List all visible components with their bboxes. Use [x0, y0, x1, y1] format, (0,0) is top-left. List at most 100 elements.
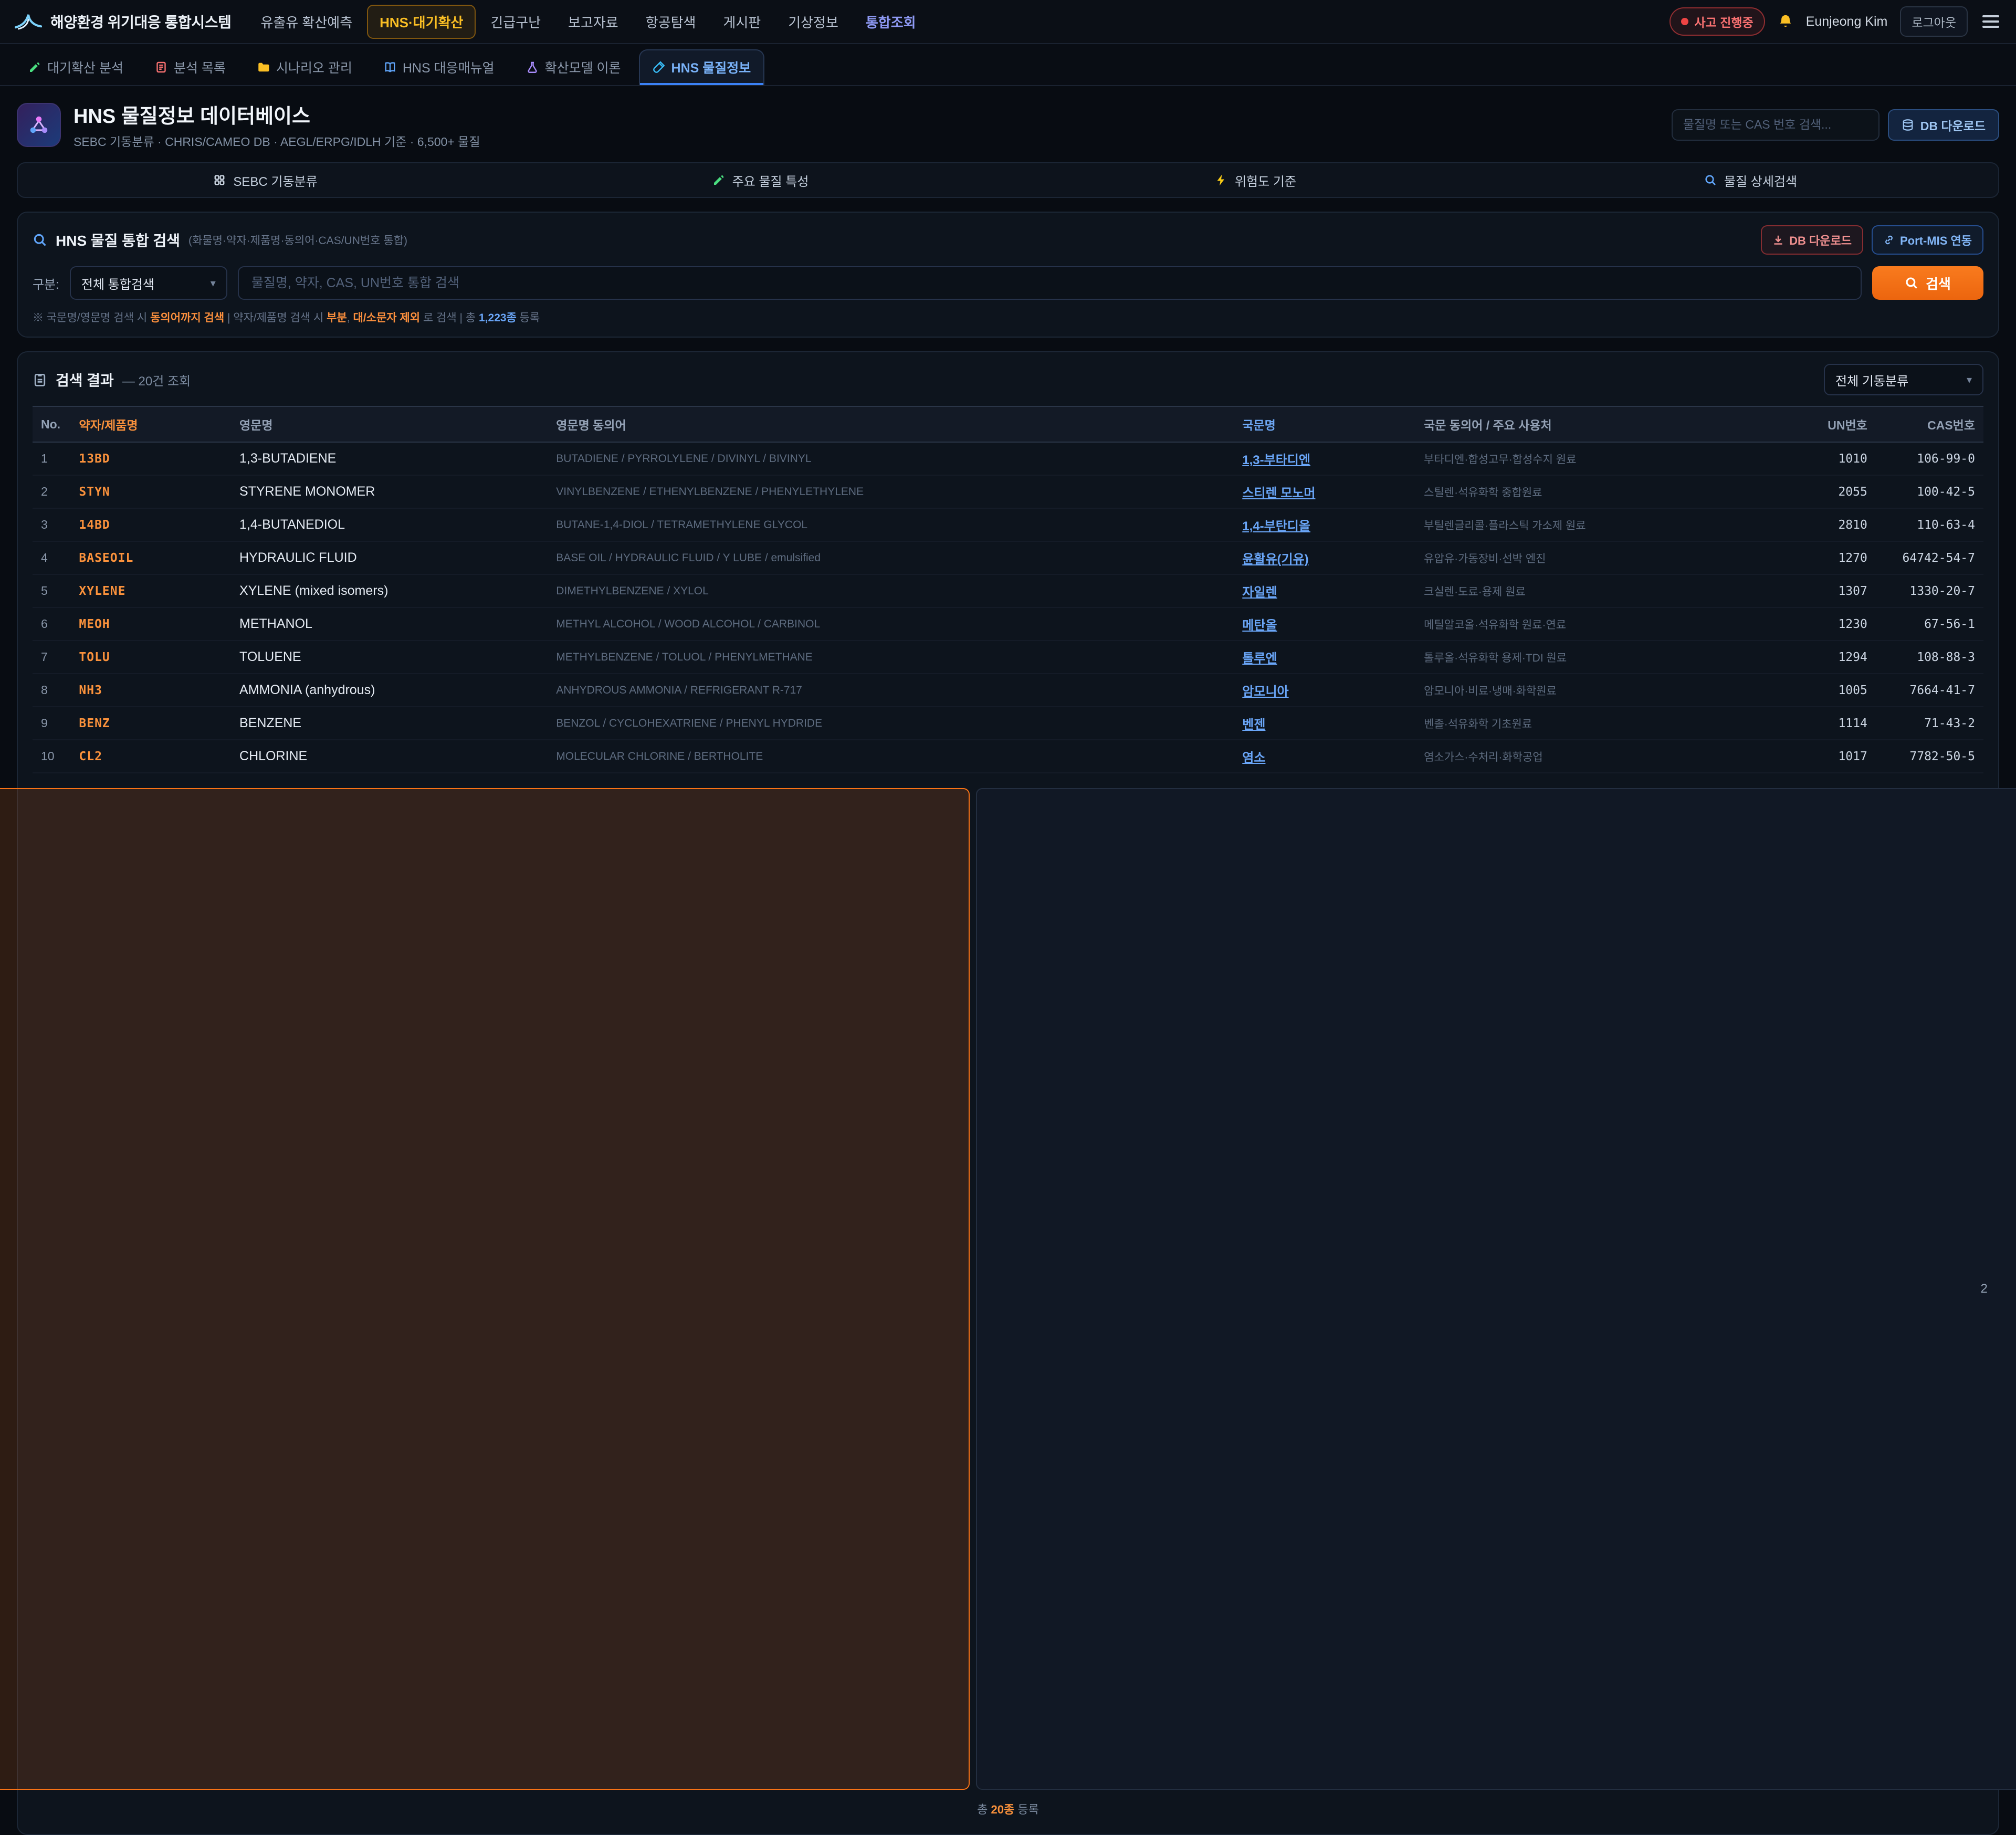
- tab-2[interactable]: 분석 목록: [141, 49, 239, 85]
- results-title: 검색 결과: [56, 369, 114, 390]
- cell-un: 1114: [1791, 707, 1876, 740]
- cell-abbr: 13BD: [70, 442, 231, 475]
- unified-search-input[interactable]: [238, 266, 1862, 300]
- cell-kor[interactable]: 윤활유(기유): [1234, 541, 1415, 574]
- cell-name: BENZENE: [231, 707, 548, 740]
- cell-abbr: MEOH: [70, 607, 231, 641]
- pagination-page-2[interactable]: 2: [976, 788, 2016, 1790]
- search-panel: HNS 물질 통합 검색 (화물명·약자·제품명·동의어·CAS/UN번호 통합…: [17, 212, 1999, 338]
- cell-usage: 톨루올·석유화학 용제·TDI 원료: [1415, 641, 1791, 674]
- tab-1[interactable]: 대기확산 분석: [15, 49, 137, 85]
- nav-item-2[interactable]: HNS·대기확산: [367, 5, 476, 39]
- nav-item-5[interactable]: 항공탐색: [633, 5, 709, 39]
- pagination-page-1[interactable]: 1: [0, 788, 970, 1790]
- cell-usage: 부틸렌글리콜·플라스틱 가소제 원료: [1415, 508, 1791, 541]
- table-row: 113BD1,3-BUTADIENEBUTADIENE / PYRROLYLEN…: [33, 442, 1983, 475]
- helper-segment: | 약자/제품명 검색 시: [224, 312, 327, 324]
- pencil-icon: [28, 61, 41, 74]
- db-download-button[interactable]: DB 다운로드: [1761, 225, 1863, 255]
- cell-usage: 암모니아·비료·냉매·화학원료: [1415, 674, 1791, 707]
- quick-tab-4[interactable]: 물질 상세검색: [1503, 163, 1998, 197]
- cell-cas: 67-56-1: [1876, 607, 1983, 641]
- column-header-syn: 영문명 동의어: [548, 406, 1234, 442]
- helper-segment: 1,223종: [479, 312, 517, 324]
- cell-kor[interactable]: 1,3-부타디엔: [1234, 442, 1415, 475]
- search-button-icon: [1905, 276, 1918, 290]
- cell-name: STYRENE MONOMER: [231, 475, 548, 508]
- sub-tabbar: 대기확산 분석 분석 목록시나리오 관리HNS 대응매뉴얼확산모델 이론HNS 물…: [0, 44, 2016, 86]
- pencil-icon: [712, 174, 725, 186]
- cell-syn: VINYLBENZENE / ETHENYLBENZENE / PHENYLET…: [548, 475, 1234, 508]
- portmis-link-button[interactable]: Port-MIS 연동: [1872, 225, 1983, 255]
- helper-segment: 대/소문자 제외: [353, 312, 420, 324]
- cell-kor[interactable]: 메탄올: [1234, 607, 1415, 641]
- cell-kor[interactable]: 톨루엔: [1234, 641, 1415, 674]
- cell-cas: 108-88-3: [1876, 641, 1983, 674]
- cell-kor[interactable]: 스티렌 모노머: [1234, 475, 1415, 508]
- tab-3[interactable]: 시나리오 관리: [244, 49, 366, 85]
- nav-item-7[interactable]: 기상정보: [775, 5, 851, 39]
- cell-name: XYLENE (mixed isomers): [231, 574, 548, 607]
- search-icon: [33, 233, 47, 247]
- total-prefix: 총: [977, 1803, 991, 1816]
- quick-tab-1[interactable]: SEBC 기동분류: [18, 163, 513, 197]
- search-helper: ※ 국문명/영문명 검색 시 동의어까지 검색 | 약자/제품명 검색 시 부분…: [33, 309, 1983, 325]
- quick-tab-3[interactable]: 위험도 기준: [1008, 163, 1503, 197]
- cell-syn: DIMETHYLBENZENE / XYLOL: [548, 574, 1234, 607]
- total-value: 20종: [991, 1803, 1015, 1816]
- header-db-download-button[interactable]: DB 다운로드: [1888, 109, 1999, 141]
- cell-no: 1: [33, 442, 70, 475]
- logout-button[interactable]: 로그아웃: [1900, 6, 1968, 37]
- search-button[interactable]: 검색: [1872, 266, 1983, 300]
- column-header-no: No.: [33, 406, 70, 442]
- vial-icon: [653, 61, 665, 74]
- cell-kor[interactable]: 암모니아: [1234, 674, 1415, 707]
- tab-5[interactable]: 확산모델 이론: [512, 49, 635, 85]
- nav-item-3[interactable]: 긴급구난: [478, 5, 553, 39]
- results-count: — 20건 조회: [122, 371, 191, 389]
- app-logo[interactable]: 해양환경 위기대응 통합시스템: [15, 11, 231, 32]
- nav-item-4[interactable]: 보고자료: [555, 5, 631, 39]
- cell-un: 2055: [1791, 475, 1876, 508]
- table-row: 6MEOHMETHANOLMETHYL ALCOHOL / WOOD ALCOH…: [33, 607, 1983, 641]
- results-panel: 검색 결과 — 20건 조회 전체 기동분류 ▾ No.약자/제품명영문명영문명…: [17, 351, 1999, 1835]
- search-controls: 구분: 전체 통합검색 ▾ 검색: [33, 266, 1983, 300]
- tab-label: 대기확산 분석: [47, 58, 123, 77]
- menu-icon[interactable]: [1980, 11, 2001, 32]
- cell-abbr: CL2: [70, 740, 231, 773]
- page-title: HNS 물질정보 데이터베이스: [74, 100, 480, 129]
- cell-kor[interactable]: 벤젠: [1234, 707, 1415, 740]
- tab-6[interactable]: HNS 물질정보: [639, 49, 765, 85]
- quick-tab-2[interactable]: 주요 물질 특성: [513, 163, 1008, 197]
- tab-4[interactable]: HNS 대응매뉴얼: [370, 49, 508, 85]
- column-header-name: 영문명: [231, 406, 548, 442]
- clipboard-icon: [33, 372, 47, 387]
- cell-no: 9: [33, 707, 70, 740]
- incident-status-badge[interactable]: 사고 진행중: [1670, 7, 1765, 36]
- cell-abbr: STYN: [70, 475, 231, 508]
- nav-item-6[interactable]: 게시판: [710, 5, 773, 39]
- cell-name: HYDRAULIC FLUID: [231, 541, 548, 574]
- cell-no: 3: [33, 508, 70, 541]
- bell-icon[interactable]: [1778, 14, 1793, 29]
- header-search-input[interactable]: [1672, 109, 1880, 141]
- page: 해양환경 위기대응 통합시스템 유출유 확산예측HNS·대기확산긴급구난보고자료…: [0, 0, 2016, 1835]
- cell-syn: BUTADIENE / PYRROLYLENE / DIVINYL / BIVI…: [548, 442, 1234, 475]
- classification-filter-select[interactable]: 전체 기동분류 ▾: [1824, 364, 1983, 395]
- cell-syn: BUTANE-1,4-DIOL / TETRAMETHYLENE GLYCOL: [548, 508, 1234, 541]
- cell-usage: 메틸알코올·석유화학 원료·연료: [1415, 607, 1791, 641]
- cell-cas: 7782-50-5: [1876, 740, 1983, 773]
- category-select[interactable]: 전체 통합검색 ▾: [70, 266, 227, 300]
- helper-segment: 로 검색 | 총: [420, 312, 479, 324]
- nav-item-1[interactable]: 유출유 확산예측: [248, 5, 365, 39]
- cell-kor[interactable]: 자일렌: [1234, 574, 1415, 607]
- cell-kor[interactable]: 1,4-부탄디올: [1234, 508, 1415, 541]
- cell-name: METHANOL: [231, 607, 548, 641]
- column-header-abbr: 약자/제품명: [70, 406, 231, 442]
- category-label: 구분:: [33, 274, 59, 292]
- nav-item-8[interactable]: 통합조회: [853, 5, 929, 39]
- top-navbar: 해양환경 위기대응 통합시스템 유출유 확산예측HNS·대기확산긴급구난보고자료…: [0, 0, 2016, 44]
- cell-abbr: BASEOIL: [70, 541, 231, 574]
- cell-abbr: XYLENE: [70, 574, 231, 607]
- cell-kor[interactable]: 염소: [1234, 740, 1415, 773]
